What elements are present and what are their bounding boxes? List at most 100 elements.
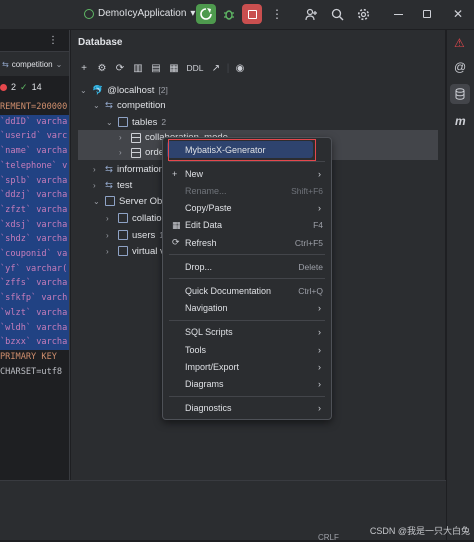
tree-item[interactable]: ›virtual v [106, 243, 165, 259]
sql-editor[interactable]: ⋮ ⇆ competition ⌄ 2 ✓ 14 REMENT=200000`d… [0, 30, 70, 480]
code-line: `shdz` varcha [0, 232, 69, 247]
schema-icon: ⇆ [105, 100, 113, 111]
search-button[interactable] [327, 4, 347, 24]
menu-item-copy-paste[interactable]: Copy/Paste› [163, 200, 331, 217]
menu-item-drop[interactable]: Drop... Delete [163, 258, 331, 275]
editor-tab[interactable]: ⇆ competition ⌄ [0, 52, 69, 76]
code-line: `sfkfp` varch [0, 291, 69, 306]
chevron-icon[interactable]: › [119, 133, 127, 142]
menu-separator [169, 320, 325, 321]
chevron-right-icon: › [318, 169, 321, 179]
watermark: CSDN @我是一只大白兔 [370, 524, 470, 537]
menu-item-sql-scripts[interactable]: SQL Scripts› [163, 324, 331, 341]
menu-item-label: Edit Data [185, 220, 222, 230]
code-line: `telephone` v [0, 159, 69, 174]
tree-item[interactable]: ⌄Server Obje [93, 193, 170, 209]
tree-item-badge: 2 [161, 117, 166, 127]
tree-item[interactable]: ›⇆information [93, 161, 164, 177]
chevron-right-icon: › [318, 379, 321, 389]
code-line: PRIMARY KEY [0, 350, 69, 365]
folder-icon [118, 213, 128, 223]
tree-item[interactable]: ›⇆test [93, 177, 132, 193]
tree-item-label: users [132, 230, 155, 241]
minimize-icon [394, 14, 403, 15]
more-actions-button[interactable]: ⋮ [267, 4, 287, 24]
rerun-button[interactable] [196, 4, 216, 24]
code-area[interactable]: REMENT=200000`ddID` varcha`userid` varc`… [0, 98, 69, 379]
code-line: CHARSET=utf8 [0, 365, 69, 380]
refresh-icon[interactable]: ⟳ [111, 59, 129, 77]
menu-item-label: Refresh [185, 238, 217, 248]
menu-item-import-export[interactable]: Import/Export› [163, 358, 331, 375]
more-vertical-icon[interactable]: ⋮ [48, 35, 58, 46]
folder-icon [118, 117, 128, 127]
menu-separator [169, 161, 325, 162]
chevron-right-icon: › [318, 327, 321, 337]
add-icon[interactable]: + [75, 59, 93, 77]
menu-item-shortcut: Ctrl+F5 [295, 238, 323, 248]
eye-icon[interactable]: ◉ [231, 59, 249, 77]
tree-item[interactable]: ⌄🐬@localhost[2] [80, 82, 168, 98]
rerun-icon [200, 8, 212, 20]
menu-item-quick-documentation[interactable]: Quick DocumentationCtrl+Q [163, 282, 331, 299]
menu-item-refresh[interactable]: ⟳RefreshCtrl+F5 [163, 234, 331, 251]
table-view-icon[interactable]: ▦ [165, 59, 183, 77]
restore-button[interactable] [417, 4, 437, 24]
disconnect-icon[interactable]: ▥ [129, 59, 147, 77]
ok-count: 14 [32, 82, 42, 92]
menu-item-label: Drop... [185, 262, 212, 272]
database-icon[interactable] [450, 84, 470, 104]
jump-to-console-icon[interactable]: ▤ [147, 59, 165, 77]
chevron-icon[interactable]: ⌄ [93, 197, 101, 206]
database-toolbar: + ⚙ ⟳ ▥ ▤ ▦ DDL ↗ | ◉ [71, 58, 445, 78]
menu-item-new[interactable]: +New› [163, 165, 331, 182]
jump-icon[interactable]: ↗ [207, 59, 225, 77]
chevron-icon[interactable]: › [106, 231, 114, 240]
tree-item-label: tables [132, 117, 157, 128]
chevron-icon[interactable]: ⌄ [80, 86, 88, 95]
menu-item-diagnostics[interactable]: Diagnostics› [163, 400, 331, 417]
chevron-down-icon: ⌄ [56, 60, 63, 69]
restore-icon [423, 10, 431, 18]
menu-item-edit-data[interactable]: ▦Edit DataF4 [163, 217, 331, 234]
tree-item[interactable]: ⌄ tables 2 [106, 114, 166, 130]
menu-item-shortcut: Delete [298, 262, 323, 272]
minimize-button[interactable] [388, 4, 408, 24]
title-bar: DemoIcyApplication ▾ ⋮ ✕ [0, 0, 474, 30]
close-button[interactable]: ✕ [448, 4, 468, 24]
ai-assistant-icon[interactable]: @ [454, 60, 466, 74]
chevron-icon[interactable]: ⌄ [106, 118, 114, 127]
chevron-icon[interactable]: › [119, 148, 127, 157]
chevron-icon[interactable]: › [93, 165, 101, 174]
schema-icon: ⇆ [105, 164, 113, 175]
menu-item-navigation[interactable]: Navigation› [163, 300, 331, 317]
code-line: `ddID` varcha [0, 115, 69, 130]
notifications-icon[interactable]: ⚠ [454, 36, 465, 50]
ddl-button[interactable]: DDL [183, 59, 207, 77]
debug-button[interactable] [219, 4, 239, 24]
tree-item[interactable]: ›collatio [106, 210, 162, 226]
tree-item[interactable]: ⌄⇆competition [93, 97, 166, 113]
maven-icon[interactable]: m [455, 114, 466, 128]
status-bar-line-separator[interactable]: CRLF [318, 533, 339, 542]
menu-item-tools[interactable]: Tools› [163, 341, 331, 358]
app-name: DemoIcyApplication [98, 8, 186, 19]
stop-button[interactable] [242, 4, 262, 24]
chevron-icon[interactable]: ⌄ [93, 101, 101, 110]
data-source-properties-icon[interactable]: ⚙ [93, 59, 111, 77]
inspection-status[interactable]: 2 ✓ 14 [0, 76, 69, 98]
code-line: `userid` varc [0, 129, 69, 144]
tree-item-badge: [2] [158, 85, 167, 95]
chevron-icon[interactable]: › [106, 214, 114, 223]
chevron-right-icon: › [318, 403, 321, 413]
add-user-button[interactable] [301, 4, 321, 24]
chevron-icon[interactable]: › [93, 181, 101, 190]
run-config-selector[interactable]: DemoIcyApplication ▾ [84, 8, 195, 19]
menu-item-diagrams[interactable]: Diagrams› [163, 375, 331, 392]
code-line: `couponid` va [0, 247, 69, 262]
tree-item[interactable]: ›users1 [106, 227, 164, 243]
chevron-icon[interactable]: › [106, 247, 114, 256]
check-icon: ✓ [20, 82, 28, 93]
settings-button[interactable] [353, 4, 373, 24]
editor-header: ⋮ [0, 30, 69, 52]
